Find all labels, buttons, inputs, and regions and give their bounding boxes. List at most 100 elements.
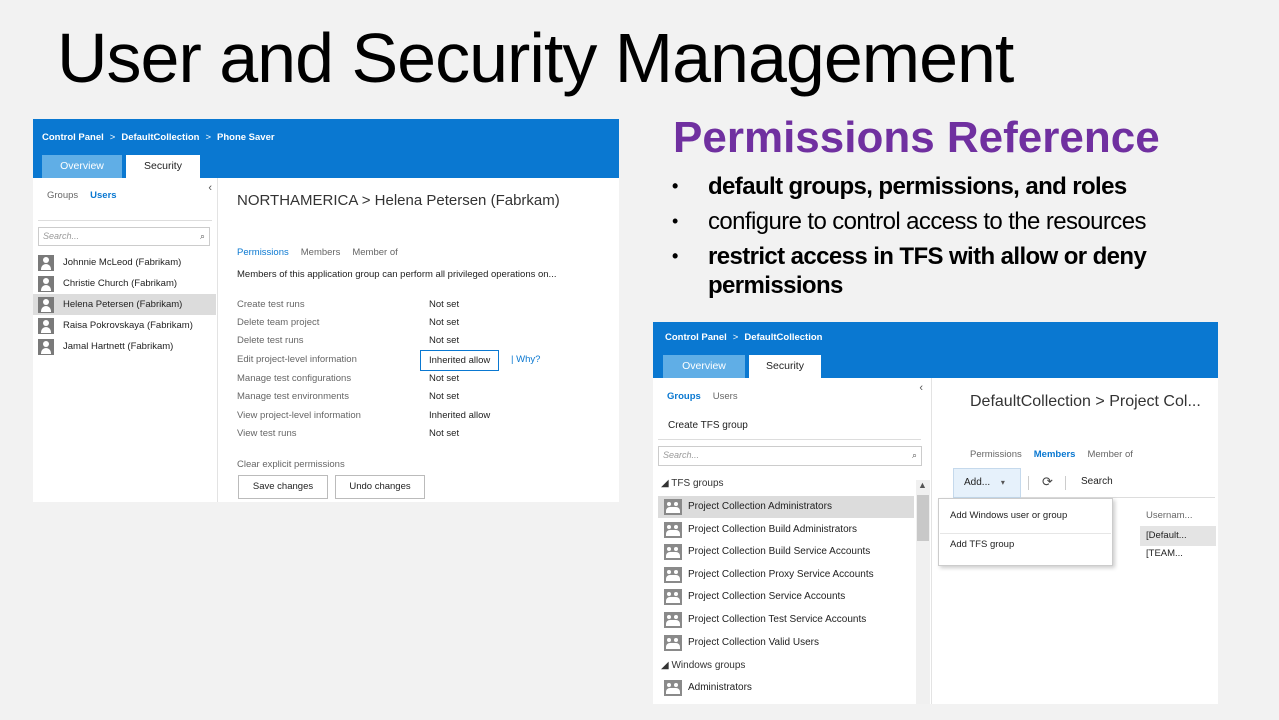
save-changes-button[interactable]: Save changes [238, 475, 328, 499]
breadcrumb-control-panel[interactable]: Control Panel [665, 332, 727, 343]
breadcrumb-project[interactable]: Phone Saver [217, 132, 275, 143]
permission-row: View project-level information Inherited … [237, 407, 617, 425]
menu-item-add-tfs-group[interactable]: Add TFS group [950, 539, 1014, 550]
user-row[interactable]: Christie Church (Fabrikam) [33, 273, 216, 294]
permission-row: Delete team project Not set [237, 314, 617, 332]
search-icon[interactable]: ⌕ [912, 447, 917, 464]
breadcrumb-control-panel[interactable]: Control Panel [42, 132, 104, 143]
permission-row: Manage test environments Not set [237, 388, 617, 406]
permission-value[interactable]: Not set [429, 314, 459, 332]
permission-value[interactable]: Inherited allow [429, 407, 490, 425]
user-avatar-icon [38, 339, 54, 355]
tab-security[interactable]: Security [126, 155, 200, 178]
tab-overview[interactable]: Overview [42, 155, 122, 178]
group-row[interactable]: Project Collection Test Service Accounts [658, 609, 914, 631]
breadcrumb-collection[interactable]: DefaultCollection [121, 132, 199, 143]
bullet-item: configure to control access to the resou… [672, 207, 1232, 236]
member-row[interactable]: [TEAM... [1146, 548, 1183, 559]
permission-value[interactable]: Not set [429, 332, 459, 350]
groups-panel: Groups Users ‹ Create TFS group Search...… [653, 378, 932, 704]
menu-item-add-windows-user[interactable]: Add Windows user or group [950, 510, 1067, 521]
menu-divider [940, 533, 1111, 534]
group-icon [664, 499, 682, 515]
user-avatar-icon [38, 297, 54, 313]
users-panel: Groups Users ‹ Search... ⌕ Johnnie McLeod… [33, 178, 218, 502]
permission-row: View test runs Not set [237, 425, 617, 443]
search-icon[interactable]: ⌕ [200, 228, 205, 245]
clear-permissions-link[interactable]: Clear explicit permissions [237, 459, 345, 470]
group-icon [664, 522, 682, 538]
slide-title: User and Security Management [57, 19, 1014, 97]
group-icon [664, 680, 682, 696]
search-input[interactable]: Search... ⌕ [38, 227, 210, 246]
members-toolbar: Add... ▾ ⟳ Search [953, 468, 1215, 498]
group-description: Members of this application group can pe… [237, 269, 557, 280]
bullet-item: restrict access in TFS with allow or den… [672, 242, 1232, 300]
why-link[interactable]: | Why? [511, 351, 540, 369]
tab-permissions[interactable]: Permissions [970, 449, 1022, 460]
user-row[interactable]: Raisa Pokrovskaya (Fabrikam) [33, 315, 216, 336]
collapse-icon[interactable]: ‹ [208, 182, 212, 194]
group-row[interactable]: Project Collection Service Accounts [658, 586, 914, 608]
group-row[interactable]: Project Collection Build Administrators [658, 519, 914, 541]
group-icon [664, 635, 682, 651]
section-title: Permissions Reference [673, 113, 1160, 162]
collapse-icon[interactable]: ‹ [919, 382, 923, 394]
permission-tabs: Permissions Members Member of [237, 247, 410, 258]
tab-groups[interactable]: Groups [667, 391, 701, 402]
group-row[interactable]: Project Collection Proxy Service Account… [658, 564, 914, 586]
group-title: DefaultCollection > Project Col... [970, 393, 1201, 410]
user-row[interactable]: Johnnie McLeod (Fabrikam) [33, 252, 216, 273]
chevron-down-icon: ▾ [1000, 478, 1005, 487]
divider [658, 439, 921, 440]
scrollbar-thumb[interactable] [917, 495, 929, 541]
members-panel: DefaultCollection > Project Col... Permi… [938, 378, 1218, 704]
tab-overview[interactable]: Overview [663, 355, 745, 378]
permission-value[interactable]: Not set [429, 388, 459, 406]
identity-title: NORTHAMERICA > Helena Petersen (Fabrkam) [237, 192, 560, 209]
tab-members[interactable]: Members [1034, 449, 1076, 460]
tab-member-of[interactable]: Member of [352, 247, 397, 258]
create-tfs-group-link[interactable]: Create TFS group [668, 420, 748, 431]
toolbar-divider [1065, 476, 1066, 490]
refresh-icon[interactable]: ⟳ [1042, 474, 1053, 490]
permission-value[interactable]: Not set [429, 370, 459, 388]
group-icon [664, 544, 682, 560]
permission-value[interactable]: Not set [429, 296, 459, 314]
security-users-screenshot: Control Panel > DefaultCollection > Phone Sa… [33, 119, 619, 502]
permission-row: Edit project-level information Inherited … [237, 350, 617, 371]
windows-groups-header[interactable]: ◢ Windows groups [661, 660, 745, 671]
username-column-header[interactable]: Usernam... [1146, 510, 1192, 521]
user-row[interactable]: Jamal Hartnett (Fabrikam) [33, 336, 216, 357]
search-button[interactable]: Search [1081, 476, 1113, 487]
member-row-selected[interactable]: [Default... [1140, 526, 1216, 546]
search-input[interactable]: Search... ⌕ [658, 446, 922, 466]
permission-value-dropdown[interactable]: Inherited allow [420, 350, 500, 371]
tab-members[interactable]: Members [301, 247, 341, 258]
tfs-groups-header[interactable]: ◢ TFS groups [661, 478, 724, 489]
scroll-up-icon[interactable]: ▲ [918, 480, 927, 490]
tab-users[interactable]: Users [713, 391, 738, 402]
bullet-item: default groups, permissions, and roles [672, 172, 1232, 201]
user-row-selected[interactable]: Helena Petersen (Fabrikam) [33, 294, 216, 315]
divider [38, 220, 212, 221]
user-avatar-icon [38, 255, 54, 271]
breadcrumb-collection[interactable]: DefaultCollection [744, 332, 822, 343]
tab-users[interactable]: Users [90, 190, 116, 201]
add-dropdown-button[interactable]: Add... ▾ [953, 468, 1021, 498]
header-bar: Control Panel > DefaultCollection > Phone Sa… [33, 119, 619, 178]
tab-permissions[interactable]: Permissions [237, 247, 289, 258]
scrollbar[interactable]: ▲ [916, 480, 930, 704]
group-row[interactable]: Project Collection Valid Users [658, 632, 914, 654]
tab-groups[interactable]: Groups [47, 190, 78, 201]
undo-changes-button[interactable]: Undo changes [335, 475, 425, 499]
security-groups-screenshot: Control Panel > DefaultCollection Overview… [653, 322, 1218, 704]
tab-member-of[interactable]: Member of [1087, 449, 1132, 460]
group-row-selected[interactable]: Project Collection Administrators [658, 496, 914, 518]
group-row[interactable]: Administrators [658, 677, 914, 699]
groups-users-tabs: Groups Users [667, 391, 750, 402]
tab-security[interactable]: Security [749, 355, 821, 378]
group-row[interactable]: Project Collection Build Service Account… [658, 541, 914, 563]
permission-value[interactable]: Not set [429, 425, 459, 443]
group-icon [664, 567, 682, 583]
